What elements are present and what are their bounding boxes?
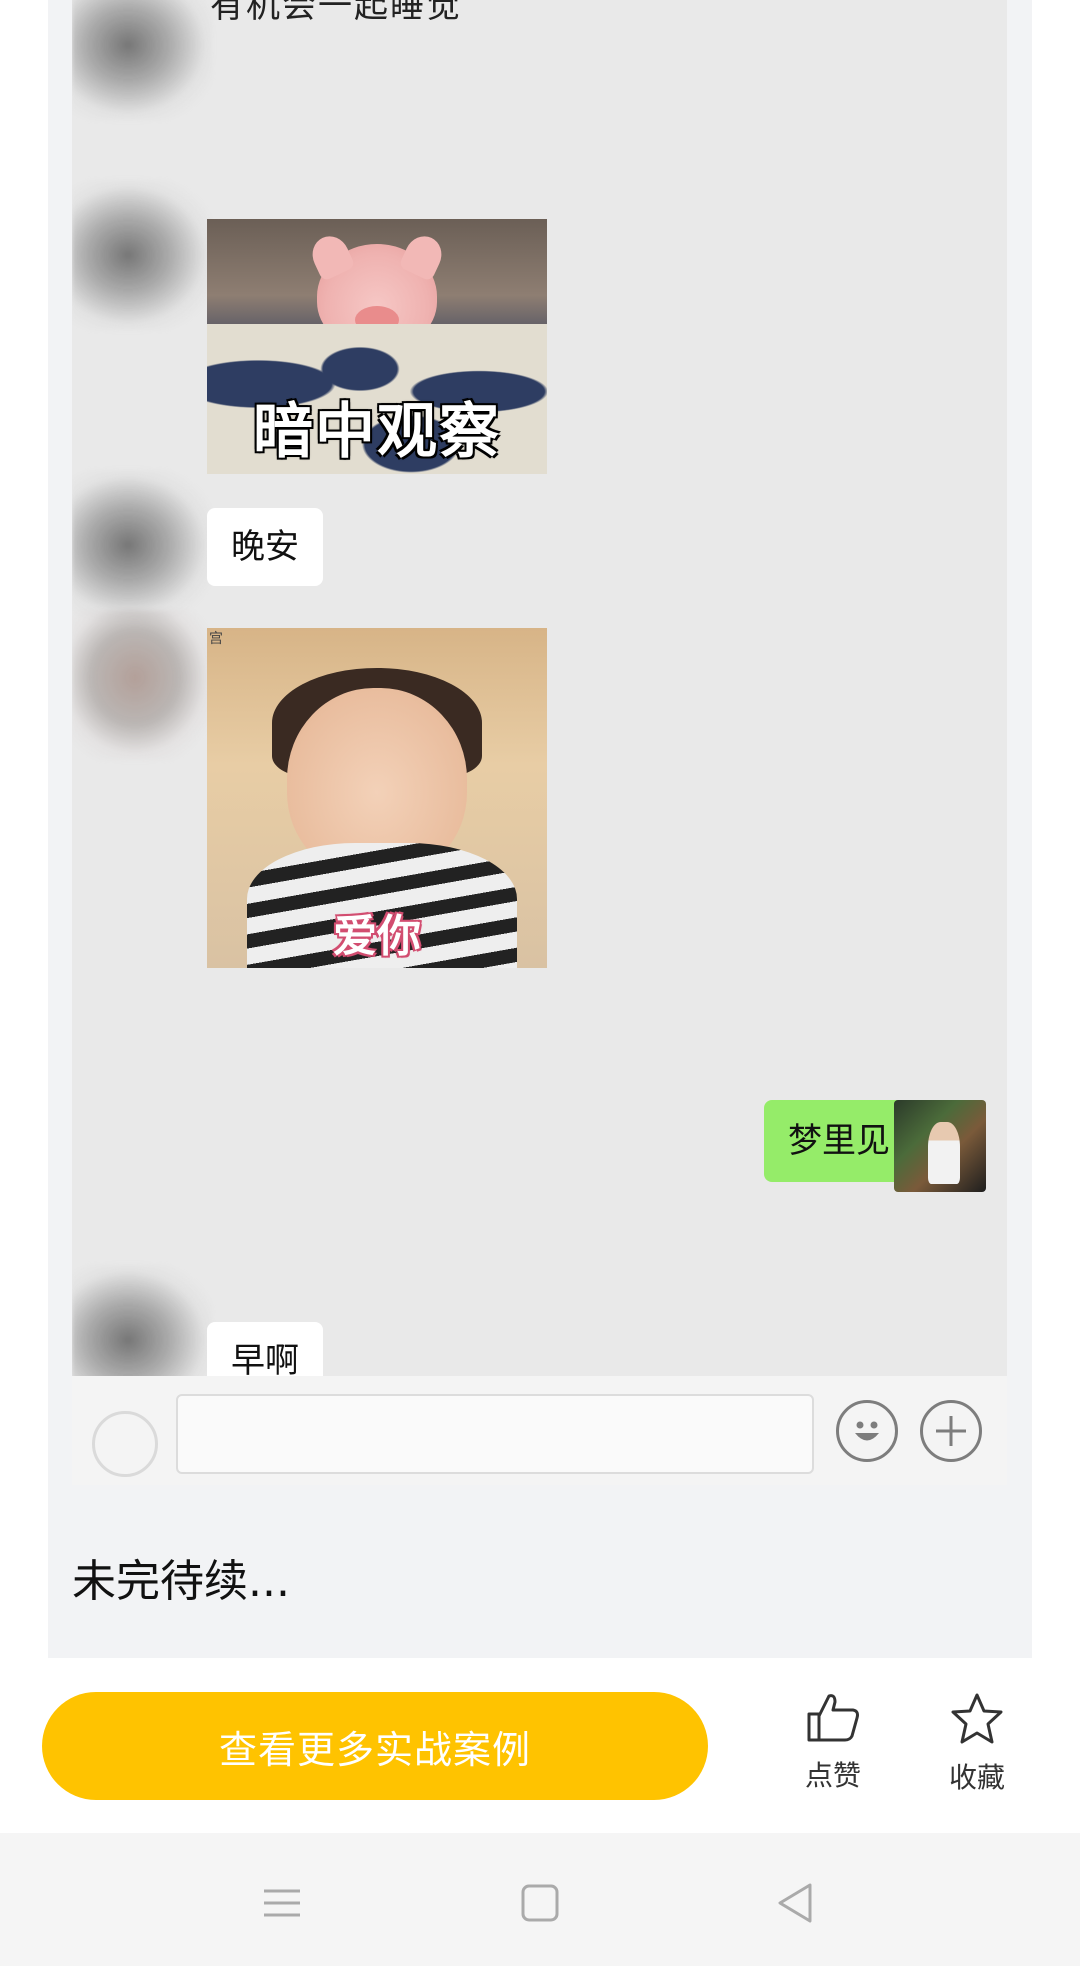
plus-icon xyxy=(936,1416,966,1446)
home-square-icon xyxy=(521,1884,559,1922)
girl-sticker-image[interactable]: 宫 爱你 xyxy=(207,628,547,968)
morning-bubble[interactable]: 早啊 xyxy=(207,1322,323,1376)
goodnight-bubble[interactable]: 晚安 xyxy=(207,508,323,586)
emoji-button[interactable] xyxy=(836,1400,898,1462)
pig-ear xyxy=(398,230,448,282)
to-be-continued-text: 未完待续... xyxy=(72,1556,290,1607)
article-card: 有机会一起睡觉 暗中观察 晚安 宫 爱你 梦里见 早啊 未完待续... xyxy=(48,0,1032,1658)
my-avatar[interactable] xyxy=(894,1100,986,1192)
voice-icon[interactable] xyxy=(92,1411,158,1477)
blurred-avatar xyxy=(72,610,212,760)
blurred-avatar xyxy=(72,470,212,620)
cut-message-text: 有机会一起睡觉 xyxy=(210,0,462,26)
chat-input-bar xyxy=(72,1376,1007,1485)
avatar-person xyxy=(928,1122,960,1184)
sticker-caption: 爱你 xyxy=(333,911,421,962)
blurred-avatar xyxy=(72,180,212,330)
view-more-cases-button[interactable]: 查看更多实战案例 xyxy=(42,1692,708,1800)
favorite-label: 收藏 xyxy=(948,1761,1005,1794)
message-input[interactable] xyxy=(176,1394,814,1474)
pig-ear xyxy=(306,230,356,282)
home-nav-button[interactable] xyxy=(510,1873,570,1933)
like-button[interactable]: 点赞 xyxy=(778,1692,888,1802)
blurred-avatar xyxy=(72,0,212,120)
menu-icon xyxy=(264,1889,300,1917)
chat-area: 有机会一起睡觉 暗中观察 晚安 宫 爱你 梦里见 早啊 xyxy=(72,0,1007,1376)
blurred-avatar xyxy=(72,1265,212,1376)
plus-button[interactable] xyxy=(920,1400,982,1462)
my-reply-bubble[interactable]: 梦里见 xyxy=(764,1100,924,1182)
thumbs-up-icon xyxy=(807,1694,859,1742)
favorite-button[interactable]: 收藏 xyxy=(922,1692,1032,1802)
sticker-watermark: 宫 xyxy=(209,631,223,647)
pig-sticker-image[interactable]: 暗中观察 xyxy=(207,219,547,474)
system-nav-bar xyxy=(0,1833,1080,1966)
back-nav-button[interactable] xyxy=(766,1873,826,1933)
sticker-caption: 暗中观察 xyxy=(253,397,501,467)
menu-nav-button[interactable] xyxy=(252,1873,312,1933)
back-triangle-icon xyxy=(778,1883,812,1923)
star-icon xyxy=(951,1693,1003,1744)
bottom-action-bar: 查看更多实战案例 点赞 收藏 xyxy=(0,1658,1080,1833)
like-label: 点赞 xyxy=(804,1759,861,1792)
smiley-icon xyxy=(855,1421,879,1441)
chat-screenshot: 有机会一起睡觉 暗中观察 晚安 宫 爱你 梦里见 早啊 xyxy=(72,0,1007,1485)
